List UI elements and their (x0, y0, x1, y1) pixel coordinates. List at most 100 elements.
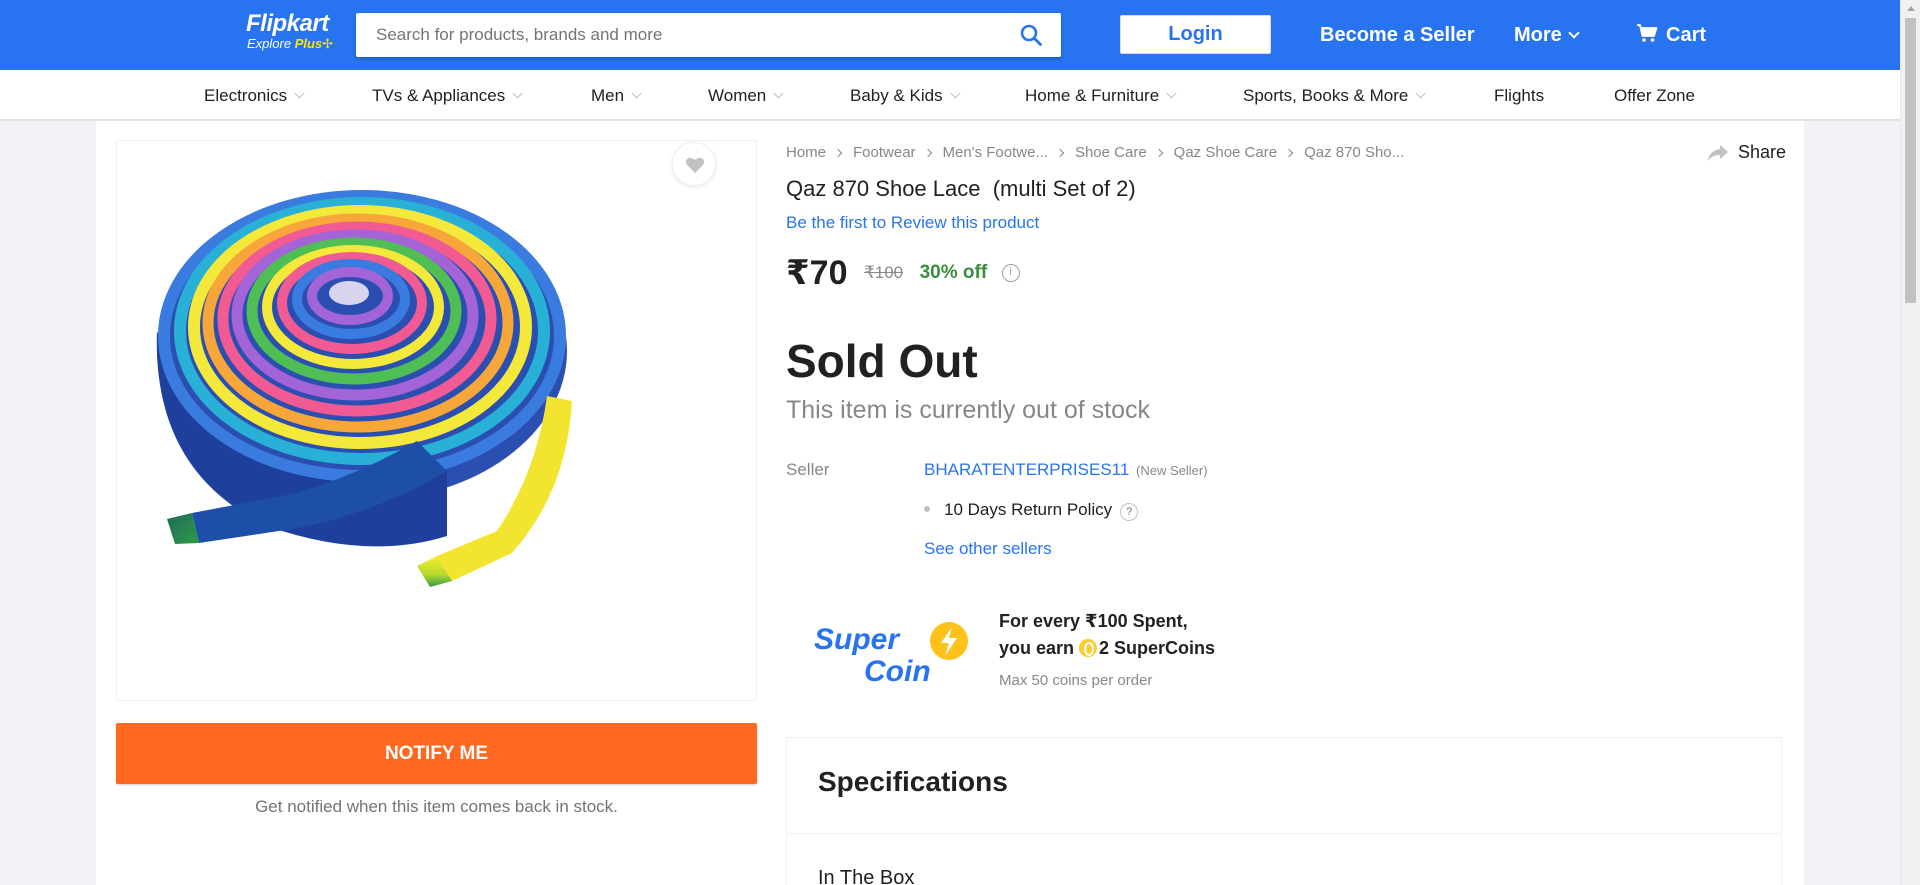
chevron-down-icon (1415, 88, 1426, 99)
return-policy: 10 Days Return Policy? (924, 500, 1139, 521)
share-button[interactable]: Share (1708, 142, 1786, 163)
logo-brand: Flipkart (246, 10, 329, 37)
category-label: Home & Furniture (1025, 86, 1160, 105)
become-seller-link[interactable]: Become a Seller (1320, 22, 1475, 48)
chevron-right-icon (1154, 148, 1163, 158)
seller-name-link[interactable]: BHARATENTERPRISES11 (New Seller) (924, 460, 1208, 480)
breadcrumb-item[interactable]: Shoe Care (1075, 144, 1147, 161)
product-image-box (116, 140, 757, 701)
search-bar (356, 13, 1061, 57)
chevron-down-icon (512, 88, 523, 99)
page-scrollbar[interactable] (1900, 0, 1920, 885)
review-link[interactable]: Be the first to Review this product (786, 213, 1039, 233)
supercoin-offer-line1: For every ₹100 Spent, (999, 611, 1188, 631)
logo-tag-prefix: Explore (247, 36, 295, 51)
product-title: Qaz 870 Shoe Lace (multi Set of 2) (786, 176, 1136, 201)
divider (787, 833, 1781, 834)
return-policy-text: 10 Days Return Policy (944, 500, 1113, 519)
category-label: TVs & Appliances (372, 86, 506, 105)
shoe-lace-product-image[interactable] (117, 141, 756, 700)
info-icon[interactable]: i (1001, 264, 1020, 282)
product-panel: NOTIFY ME Get notified when this item co… (96, 121, 1804, 885)
in-the-box-heading: In The Box (818, 867, 915, 885)
more-label: More (1514, 24, 1562, 46)
scrollbar-thumb[interactable] (1905, 18, 1916, 303)
flipkart-logo[interactable]: Flipkart Explore Plus✢ (246, 12, 346, 52)
chevron-down-icon (1568, 27, 1580, 39)
coin-icon (1079, 639, 1098, 657)
chevron-down-icon (950, 88, 961, 99)
supercoin-logo: Super Coin (814, 622, 968, 688)
breadcrumb-item[interactable]: Footwear (853, 144, 916, 161)
category-men[interactable]: Men (591, 86, 642, 106)
category-baby-kids[interactable]: Baby & Kids (850, 86, 961, 106)
chevron-right-icon (923, 148, 932, 158)
category-label: Electronics (204, 86, 288, 105)
specifications-section: Specifications In The Box (786, 737, 1782, 885)
category-women[interactable]: Women (708, 86, 784, 106)
supercoin-logo-line1: Super (814, 623, 901, 656)
selling-price: ₹70 (786, 254, 848, 292)
chevron-right-icon (833, 148, 843, 158)
scroll-up-arrow-icon[interactable] (1907, 6, 1915, 11)
new-seller-badge: (New Seller) (1136, 463, 1208, 478)
category-offer-zone[interactable]: Offer Zone (1614, 86, 1695, 106)
search-icon[interactable] (1019, 23, 1043, 47)
category-flights[interactable]: Flights (1494, 86, 1544, 106)
category-label: Baby & Kids (850, 86, 943, 105)
notify-me-button[interactable]: NOTIFY ME (116, 723, 757, 784)
category-home-furniture[interactable]: Home & Furniture (1025, 86, 1177, 106)
share-label: Share (1738, 142, 1787, 162)
see-other-sellers-link[interactable]: See other sellers (924, 539, 1052, 559)
category-electronics[interactable]: Electronics (204, 86, 305, 106)
supercoin-offer-limit: Max 50 coins per order (999, 672, 1153, 689)
breadcrumb-item[interactable]: Men's Footwe... (943, 144, 1048, 161)
chevron-down-icon (773, 88, 784, 99)
breadcrumb-item[interactable]: Qaz Shoe Care (1174, 144, 1277, 161)
bullet-icon (924, 506, 930, 512)
logo-tagline: Explore Plus✢ (247, 36, 346, 52)
seller-label: Seller (786, 460, 830, 479)
original-price: ₹100 (863, 263, 904, 282)
chevron-down-icon (1166, 88, 1177, 99)
login-button[interactable]: Login (1120, 15, 1271, 54)
top-header: Flipkart Explore Plus✢ Login Become a Se… (0, 0, 1900, 70)
breadcrumb-item[interactable]: Home (786, 144, 826, 161)
supercoin-offer-line2: you earn 2 SuperCoins (999, 638, 1215, 659)
category-tvs-appliances[interactable]: TVs & Appliances (372, 86, 523, 106)
stock-status: Sold Out (786, 335, 978, 387)
chevron-right-icon (1055, 148, 1065, 158)
category-label: Offer Zone (1614, 86, 1695, 105)
search-input[interactable] (356, 13, 996, 57)
cart-icon (1637, 24, 1658, 42)
share-icon (1708, 145, 1728, 161)
category-label: Men (591, 86, 625, 105)
supercoin-earn-prefix: you earn (999, 638, 1080, 658)
breadcrumb-item[interactable]: Qaz 870 Sho... (1304, 144, 1404, 161)
breadcrumb: Home Footwear Men's Footwe... Shoe Care Qaz … (786, 144, 1404, 161)
price-row: ₹70 ₹100 30% off i (786, 253, 1020, 293)
wishlist-button[interactable] (672, 142, 716, 186)
heart-icon (685, 157, 705, 173)
logo-tag-plus: Plus (294, 36, 323, 51)
stock-status-note: This item is currently out of stock (786, 396, 1151, 424)
chevron-right-icon (1284, 148, 1294, 158)
supercoin-earn-amount: 2 SuperCoins (1099, 638, 1216, 658)
category-nav: Electronics TVs & Appliances Men Women B… (0, 70, 1900, 120)
cart-link[interactable]: Cart (1636, 22, 1706, 48)
help-icon[interactable]: ? (1120, 503, 1139, 521)
cart-label: Cart (1666, 24, 1707, 46)
chevron-down-icon (631, 88, 642, 99)
notify-note: Get notified when this item comes back i… (255, 797, 618, 816)
category-label: Flights (1494, 86, 1545, 105)
discount-label: 30% off (919, 262, 988, 283)
specifications-title: Specifications (818, 766, 1008, 797)
category-sports-books[interactable]: Sports, Books & More (1243, 86, 1426, 106)
seller-name: BHARATENTERPRISES11 (924, 460, 1130, 479)
chevron-down-icon (294, 88, 305, 99)
category-label: Sports, Books & More (1243, 86, 1409, 105)
supercoin-logo-line2: Coin (864, 655, 931, 688)
plus-icon: ✢ (322, 36, 334, 51)
category-label: Women (708, 86, 767, 105)
more-menu[interactable]: More (1514, 22, 1580, 48)
